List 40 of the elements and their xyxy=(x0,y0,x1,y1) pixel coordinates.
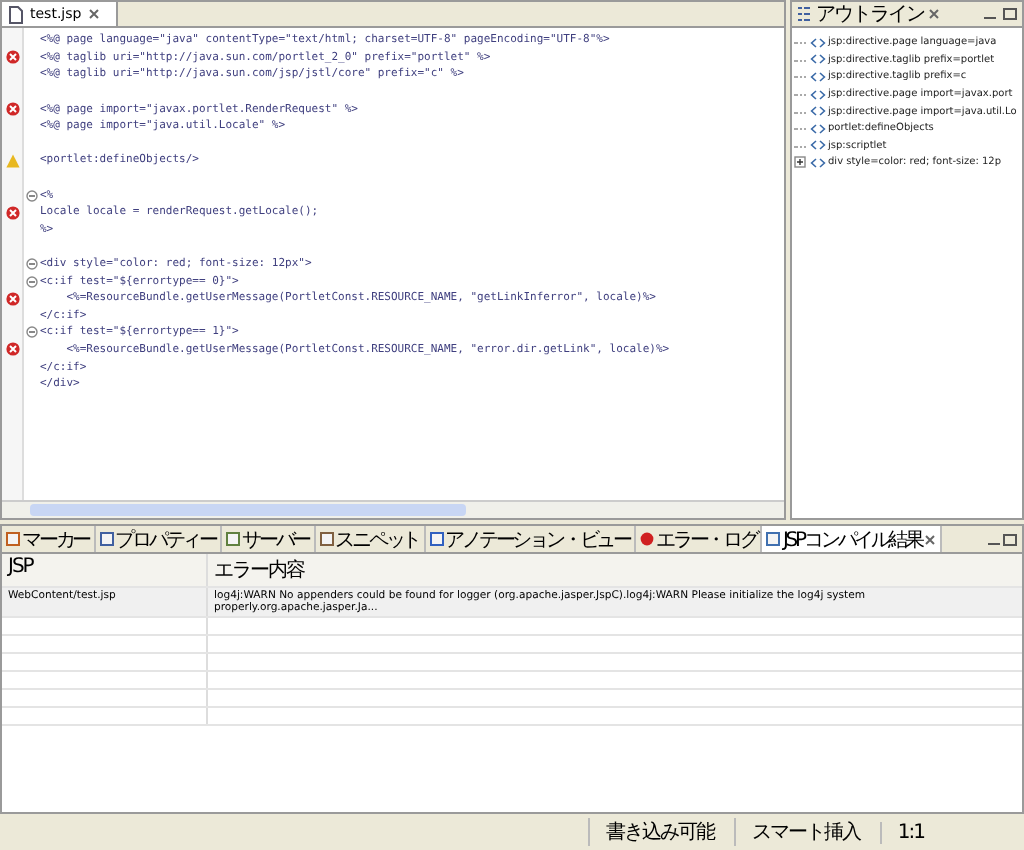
maximize-icon[interactable] xyxy=(1002,6,1018,22)
view-icon xyxy=(429,532,444,546)
view-icon xyxy=(99,532,114,546)
tag-icon xyxy=(810,54,826,65)
view-tab[interactable]: アノテーション・ビュー xyxy=(425,526,637,552)
status-text: スマート挿入 xyxy=(733,818,876,846)
tag-icon xyxy=(810,123,826,134)
tag-icon xyxy=(810,106,826,117)
tag-icon xyxy=(810,157,826,168)
view-icon xyxy=(226,532,241,546)
expand-icon[interactable] xyxy=(794,156,806,169)
file-icon xyxy=(8,5,24,23)
status-text: 1:1 xyxy=(879,821,940,843)
view-tab[interactable]: マーカー xyxy=(2,526,96,552)
tag-icon xyxy=(810,71,826,82)
fold-icon[interactable] xyxy=(26,275,38,288)
view-tab[interactable]: プロパティー xyxy=(95,526,223,552)
fold-icon[interactable] xyxy=(26,189,38,202)
view-tab[interactable]: JSPコンパイル結果 xyxy=(762,526,942,552)
scrollbar[interactable] xyxy=(2,500,784,518)
column-header[interactable]: JSP xyxy=(2,554,208,586)
fold-icon[interactable] xyxy=(26,258,38,271)
tag-icon xyxy=(810,89,826,100)
close-icon[interactable] xyxy=(928,8,940,20)
view-tab[interactable]: サーバー xyxy=(222,526,316,552)
tag-icon xyxy=(810,140,826,151)
maximize-icon[interactable] xyxy=(1002,531,1018,547)
view-icon xyxy=(640,532,655,546)
close-icon[interactable] xyxy=(87,8,100,20)
view-tab[interactable]: スニペット xyxy=(315,526,426,552)
view-icon xyxy=(766,532,781,546)
outline-icon xyxy=(796,6,812,22)
tag-icon xyxy=(810,37,826,48)
warning-icon xyxy=(5,153,19,168)
close-icon[interactable] xyxy=(923,533,936,545)
fold-icon[interactable] xyxy=(26,326,38,339)
view-icon xyxy=(319,532,334,546)
column-header[interactable]: エラー内容 xyxy=(208,554,1022,586)
view-icon xyxy=(6,532,20,546)
status-text: 書き込み可能 xyxy=(587,818,730,846)
